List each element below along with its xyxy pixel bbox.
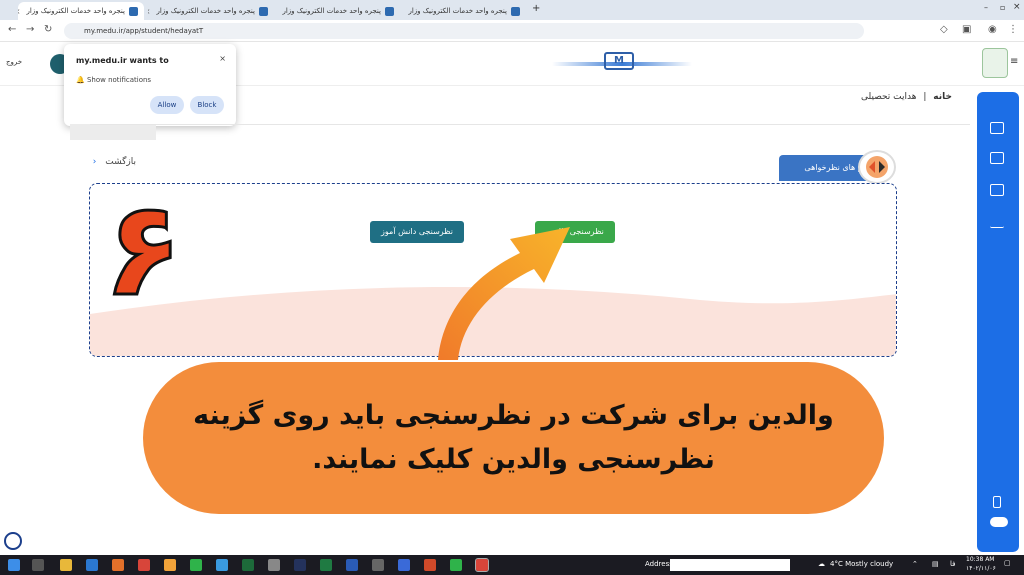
side-panel-icon[interactable]: ▣: [962, 24, 971, 35]
callout-line-2: نظرسنجی والدین کلیک نمایند.: [312, 444, 715, 475]
chevron-left-icon: ‹: [92, 157, 97, 167]
app-icon[interactable]: [164, 559, 176, 571]
step-number-text: ۶: [103, 182, 182, 322]
blurred-region: [70, 124, 156, 140]
checklist-icon[interactable]: [990, 216, 1004, 228]
popup-title: my.medu.ir wants to: [76, 56, 169, 65]
url-text: my.medu.ir/app/student/hedayatT: [84, 27, 204, 35]
edge-icon[interactable]: [86, 559, 98, 571]
breadcrumb: خانه | هدایت تحصیلی: [861, 92, 952, 102]
start-icon[interactable]: [8, 559, 20, 571]
browser-tab[interactable]: پنجره واحد خدمات الکترونیک وزار ×: [404, 2, 526, 20]
close-tab-icon[interactable]: ×: [148, 7, 150, 16]
dashboard-icon[interactable]: [990, 122, 1004, 134]
browser-menu-icon[interactable]: ⋮: [1008, 24, 1018, 35]
language-indicator[interactable]: فا: [950, 560, 955, 568]
network-icon[interactable]: ▤: [932, 560, 939, 568]
bell-icon: 🔔: [76, 76, 85, 84]
address-label: Address: [645, 560, 673, 568]
hamburger-menu-icon[interactable]: ≡: [1010, 56, 1018, 67]
callout-line-1: والدین برای شرکت در نظرسنجی باید روی گزی…: [193, 400, 834, 431]
browser-tab[interactable]: پنجره واحد خدمات الکترونیک وزار ×: [148, 2, 274, 20]
notification-permission-popup: my.medu.ir wants to × 🔔 Show notificatio…: [64, 44, 236, 126]
medu-logo-icon: M: [604, 52, 634, 70]
instruction-callout: والدین برای شرکت در نظرسنجی باید روی گزی…: [143, 362, 884, 514]
pointer-arrow-icon: [438, 227, 570, 360]
clock-date: ۱۴۰۲/۱۱/۰۶: [966, 565, 996, 572]
extension-icon[interactable]: ◇: [940, 24, 948, 35]
weather-text: 4°C Mostly cloudy: [830, 560, 894, 568]
allow-button[interactable]: Allow: [150, 96, 184, 114]
breadcrumb-home[interactable]: خانه: [933, 92, 952, 102]
breadcrumb-current: هدایت تحصیلی: [861, 92, 917, 102]
theme-toggle[interactable]: [990, 517, 1008, 527]
tray-chevron-icon[interactable]: ⌃: [912, 560, 918, 568]
weather-icon: ☁: [818, 560, 825, 568]
monitor-icon[interactable]: [990, 184, 1004, 196]
app-icon[interactable]: [268, 559, 280, 571]
app-icon[interactable]: [372, 559, 384, 571]
site-favicon-icon: [129, 6, 138, 16]
task-view-icon[interactable]: [32, 559, 44, 571]
accessibility-icon[interactable]: [4, 532, 22, 550]
right-sidebar: [977, 92, 1019, 552]
browser-tab[interactable]: پنجره واحد خدمات الکترونیک وزار ×: [18, 2, 144, 20]
survey-illustration-icon: [866, 156, 888, 178]
popup-message: 🔔 Show notifications: [76, 76, 152, 84]
chrome-icon[interactable]: [138, 559, 150, 571]
whatsapp-icon[interactable]: [190, 559, 202, 571]
reload-icon[interactable]: ↻: [44, 24, 52, 35]
telegram-icon[interactable]: [216, 559, 228, 571]
browser-toolbar: ← → ↻ my.medu.ir/app/student/hedayatT ◇ …: [0, 20, 1024, 42]
powerpoint-icon[interactable]: [424, 559, 436, 571]
ministry-emblem-icon: [982, 48, 1008, 78]
firefox-icon[interactable]: [112, 559, 124, 571]
close-tab-icon[interactable]: ×: [18, 7, 20, 16]
survey-forms-icon: [858, 150, 896, 184]
excel-icon[interactable]: [320, 559, 332, 571]
photoshop-icon[interactable]: [294, 559, 306, 571]
breadcrumb-separator: |: [923, 92, 927, 102]
logout-link[interactable]: خروج: [6, 58, 22, 66]
close-icon[interactable]: ×: [219, 54, 226, 63]
site-favicon-icon: [511, 6, 520, 16]
logout-icon[interactable]: [993, 496, 1001, 508]
app-icon[interactable]: [398, 559, 410, 571]
browser-tab-bar: پنجره واحد خدمات الکترونیک وزار × پنجره …: [0, 0, 1024, 20]
word-icon[interactable]: [346, 559, 358, 571]
site-favicon-icon: [259, 6, 268, 16]
shield-icon[interactable]: [450, 559, 462, 571]
spreadsheet-icon[interactable]: [242, 559, 254, 571]
taskbar-address-input[interactable]: [670, 559, 790, 571]
file-explorer-icon[interactable]: [60, 559, 72, 571]
forward-arrow-icon[interactable]: →: [26, 24, 34, 35]
address-bar[interactable]: my.medu.ir/app/student/hedayatT: [64, 23, 864, 39]
back-arrow-icon[interactable]: ←: [8, 24, 16, 35]
back-link[interactable]: بازگشت ‹: [93, 157, 136, 167]
windows-taskbar: Address ☁ 4°C Mostly cloudy ⌃ ▤ فا 10:38…: [0, 555, 1024, 575]
minimize-icon[interactable]: –: [984, 3, 988, 12]
divider: [90, 124, 970, 125]
browser-tab[interactable]: پنجره واحد خدمات الکترونیک وزار ×: [278, 2, 400, 20]
close-window-icon[interactable]: ×: [1013, 2, 1021, 12]
clock-time: 10:38 AM: [966, 556, 995, 563]
chrome-active-icon[interactable]: [475, 558, 489, 572]
profile-icon[interactable]: ◉: [988, 24, 997, 35]
notification-center-icon[interactable]: ▢: [1004, 559, 1011, 567]
document-icon[interactable]: [990, 152, 1004, 164]
step-number: ۶: [102, 182, 184, 322]
maximize-icon[interactable]: ▫: [1000, 3, 1005, 12]
block-button[interactable]: Block: [190, 96, 224, 114]
new-tab-button[interactable]: +: [532, 3, 540, 14]
site-favicon-icon: [385, 6, 394, 16]
